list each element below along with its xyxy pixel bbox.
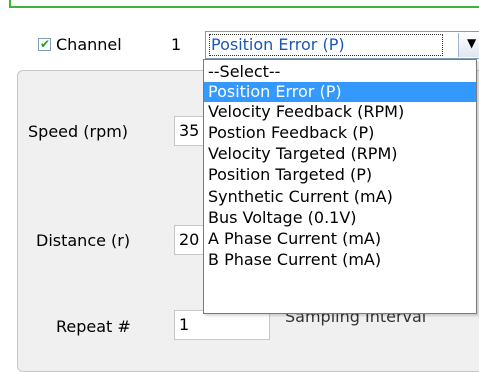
signal-dropdown-list[interactable]: --Select-- Position Error (P) Velocity F… — [203, 59, 477, 314]
distance-label: Distance (r) — [36, 231, 131, 250]
dropdown-option[interactable]: Postion Feedback (P) — [204, 123, 476, 143]
speed-label: Speed (rpm) — [28, 122, 129, 141]
channel-number: 1 — [171, 35, 182, 54]
dropdown-option[interactable]: Velocity Feedback (RPM) — [204, 102, 476, 122]
dropdown-option[interactable]: Bus Voltage (0.1V) — [204, 208, 476, 228]
dropdown-option[interactable]: Velocity Targeted (RPM) — [204, 144, 476, 164]
repeat-value: 1 — [179, 315, 190, 334]
repeat-input[interactable]: 1 — [174, 310, 270, 340]
focus-outline — [209, 34, 443, 56]
dropdown-option[interactable]: Synthetic Current (mA) — [204, 187, 476, 207]
distance-value: 20 — [179, 230, 200, 249]
channel-label: Channel — [56, 35, 122, 54]
dropdown-arrow-button[interactable]: ▼ — [458, 33, 479, 57]
channel-signal-select[interactable]: Position Error (P) ▼ — [205, 31, 479, 59]
chevron-down-icon: ▼ — [467, 36, 477, 50]
check-icon: ✔ — [40, 37, 51, 51]
repeat-label: Repeat # — [56, 317, 131, 336]
dropdown-option[interactable]: Position Error (P) — [204, 82, 476, 102]
speed-value: 35 — [179, 121, 200, 140]
dropdown-option[interactable]: --Select-- — [204, 62, 476, 82]
channel-checkbox[interactable]: ✔ — [38, 37, 51, 51]
dropdown-option[interactable]: A Phase Current (mA) — [204, 229, 476, 249]
top-group-frame — [9, 0, 479, 8]
dropdown-option[interactable]: B Phase Current (mA) — [204, 250, 476, 270]
dropdown-option[interactable]: Position Targeted (P) — [204, 165, 476, 185]
